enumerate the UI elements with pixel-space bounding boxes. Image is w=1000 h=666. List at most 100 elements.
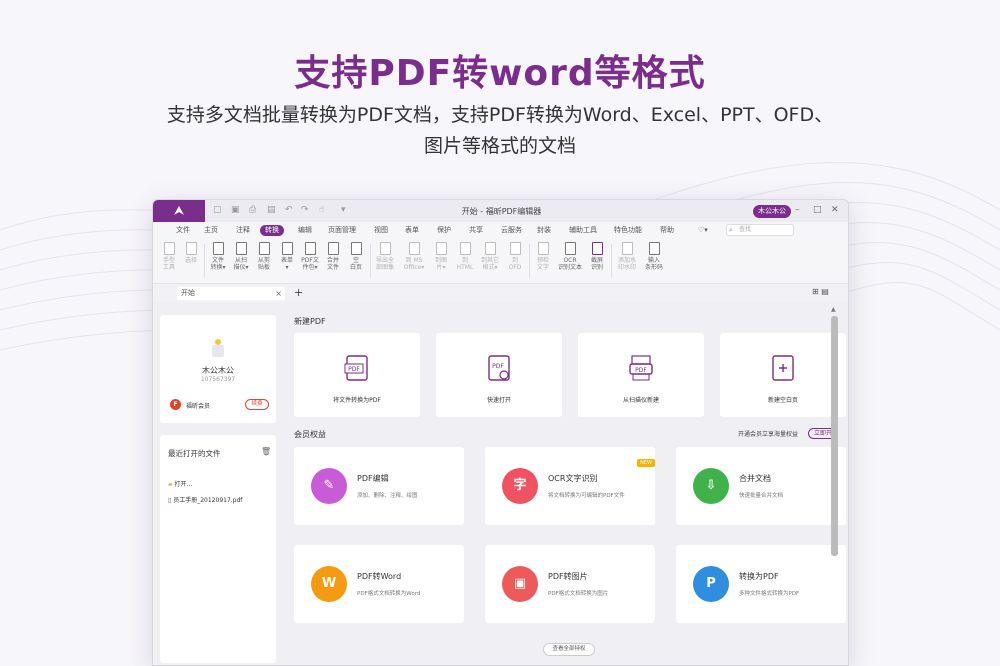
recent-file-item[interactable]: ▯ 员工手册_20120917.pdf — [168, 495, 242, 504]
new-tab-button[interactable]: + — [294, 286, 303, 299]
ribbon-label: 工具 — [162, 264, 175, 271]
ribbon-barcode[interactable]: 输入 条形码 — [642, 242, 666, 271]
menu-home[interactable]: 主页 — [201, 225, 221, 236]
renew-button[interactable]: 续费 — [245, 399, 269, 410]
ribbon-label: 到 MS — [405, 257, 423, 264]
folder-icon: ▰ — [168, 481, 173, 488]
card-convert-to-pdf[interactable]: PDF 将文件转换为PDF — [294, 333, 420, 417]
feature-name: 合并文档 — [739, 474, 771, 483]
ribbon-form[interactable]: 表单 ▾ — [276, 242, 298, 271]
ribbon-merge-files[interactable]: 合并 文件 — [322, 242, 344, 271]
feature-convert-to-pdf[interactable]: P 转换为PDF 多种文件格式转换为PDF — [676, 545, 846, 623]
image-feature-icon: ▣ — [502, 566, 538, 602]
open-file-label: 打开... — [174, 481, 193, 488]
ofd-icon — [509, 242, 521, 255]
minimize-button[interactable]: – — [795, 205, 800, 215]
feature-ocr[interactable]: 字 OCR文字识别 将文档转换为可编辑的PDF文件 NEW — [485, 447, 655, 525]
scrollbar[interactable] — [831, 316, 838, 556]
menu-form[interactable]: 表单 — [402, 225, 422, 236]
quick-open-icon: PDF — [488, 355, 510, 381]
hand-icon — [163, 242, 175, 255]
user-pill[interactable]: 木公木公 — [753, 205, 791, 218]
ribbon-label: 合并 — [326, 257, 339, 264]
menu-protect[interactable]: 保护 — [434, 225, 454, 236]
ribbon-label: ▾ — [285, 264, 289, 271]
feature-merge[interactable]: ⇩ 合并文档 快速批量合并文档 — [676, 447, 846, 525]
grid-view-icon[interactable]: ⊞ ▤ — [812, 287, 829, 296]
ribbon-export-images[interactable]: 导出全 部图像 — [374, 242, 396, 271]
vip-badge-icon: F — [170, 399, 181, 410]
ribbon-to-html[interactable]: 到 HTML — [454, 242, 476, 271]
ribbon-label: 格式▾ — [482, 264, 498, 271]
search-placeholder: 查找 — [739, 226, 752, 233]
card-from-scanner[interactable]: PDF 从扫描仪新建 — [578, 333, 704, 417]
feature-name: PDF编辑 — [357, 474, 389, 483]
ribbon-label: 空 — [352, 257, 359, 264]
feature-desc: 多种文件格式转换为PDF — [739, 591, 800, 597]
ribbon-preflight[interactable]: 预检 文字 — [532, 242, 554, 271]
html-icon — [459, 242, 471, 255]
ribbon-label: 到 — [511, 257, 518, 264]
scanner-new-icon: PDF — [629, 355, 653, 381]
trash-icon[interactable]: 🗑 — [261, 447, 271, 456]
menu-help[interactable]: 帮助 — [657, 225, 677, 236]
close-tab-icon[interactable]: × — [275, 287, 282, 300]
ribbon-watermark[interactable]: 添加水 印水印 — [614, 242, 640, 271]
ribbon-to-other[interactable]: 到其它 格式▾ — [479, 242, 501, 271]
menu-package[interactable]: 封装 — [534, 225, 554, 236]
ribbon-from-clipboard[interactable]: 从剪 贴板 — [253, 242, 275, 271]
ribbon-label: 选择 — [184, 257, 197, 264]
tell-me-icon[interactable]: ♡▾ — [695, 225, 711, 236]
menu-page-manage[interactable]: 页面管理 — [325, 225, 359, 236]
menu-edit[interactable]: 编辑 — [295, 225, 315, 236]
ribbon-pdf-package[interactable]: PDF文 件包▾ — [299, 242, 321, 271]
vip-label: 福昕会员 — [186, 403, 211, 410]
ribbon-file-convert[interactable]: 文件 转换▾ — [207, 242, 229, 271]
menu-file[interactable]: 文件 — [173, 225, 193, 236]
open-file-link[interactable]: ▰ 打开... — [168, 479, 192, 488]
ribbon-select[interactable]: 选择 — [180, 242, 202, 264]
feature-name: OCR文字识别 — [548, 474, 598, 483]
ribbon-to-image[interactable]: 到图 片▾ — [430, 242, 452, 271]
feature-pdf-edit[interactable]: ✎ PDF编辑 添加、删除、注释、绘图 — [294, 447, 464, 525]
search-input[interactable]: ⌕ 查找 — [726, 224, 794, 236]
maximize-button[interactable]: □ — [813, 205, 822, 215]
ribbon-toolbar: 手型 工具 选择 文件 转换▾ 从扫 描仪▾ 从剪 贴板 表单 ▾ PDF文 件包▾ 合并文… — [153, 238, 848, 284]
menu-share[interactable]: 共享 — [466, 225, 486, 236]
ribbon-to-ofd[interactable]: 到 OFD — [504, 242, 526, 271]
ribbon-label: 从扫 — [234, 257, 247, 264]
card-quick-open[interactable]: PDF 快速打开 — [436, 333, 562, 417]
scroll-up-icon[interactable]: ▲ — [831, 306, 836, 313]
ribbon-label: 印水印 — [617, 264, 636, 271]
ribbon-from-scanner[interactable]: 从扫 描仪▾ — [230, 242, 252, 271]
menu-convert[interactable]: 转换 — [260, 225, 284, 236]
ribbon-label: 白页 — [349, 264, 362, 271]
feature-desc: PDF格式文档转换为Word — [357, 591, 421, 597]
new-badge: NEW — [637, 459, 655, 467]
card-label: 快速打开 — [486, 397, 511, 404]
feature-pdf-to-image[interactable]: ▣ PDF转图片 PDF格式文档转换为图片 — [485, 545, 655, 623]
ribbon-screenshot-ocr[interactable]: 截屏 识别 — [586, 242, 608, 271]
ribbon-label: OFD — [508, 264, 522, 271]
ocr-feature-icon: 字 — [502, 468, 538, 504]
image-glyph: ▣ — [513, 576, 527, 591]
edit-icon: ✎ — [311, 468, 347, 504]
menu-features[interactable]: 特色功能 — [611, 225, 645, 236]
view-all-button[interactable]: 查看全部特权 — [543, 643, 595, 656]
close-button[interactable]: ✕ — [831, 205, 839, 215]
ribbon-blank-page[interactable]: 空白页 — [345, 242, 367, 271]
menu-view[interactable]: 视图 — [371, 225, 391, 236]
user-name: 木公木公 — [202, 366, 234, 375]
ribbon-label: 表单 — [280, 257, 293, 264]
tab-start[interactable]: 开始 × — [177, 287, 285, 300]
ribbon-to-office[interactable]: 到 MS Office▾ — [403, 242, 425, 271]
feature-pdf-to-word[interactable]: W PDF转Word PDF格式文档转换为Word — [294, 545, 464, 623]
image-export-icon — [379, 242, 391, 255]
package-icon — [304, 242, 316, 255]
ribbon-hand-tool[interactable]: 手型 工具 — [158, 242, 180, 271]
ribbon-ocr[interactable]: OCR 识别文本 — [557, 242, 583, 271]
card-blank-page[interactable]: 新建空白页 — [720, 333, 846, 417]
menu-assist[interactable]: 辅助工具 — [566, 225, 600, 236]
menu-cloud[interactable]: 云服务 — [498, 225, 525, 236]
menu-comment[interactable]: 注释 — [233, 225, 253, 236]
